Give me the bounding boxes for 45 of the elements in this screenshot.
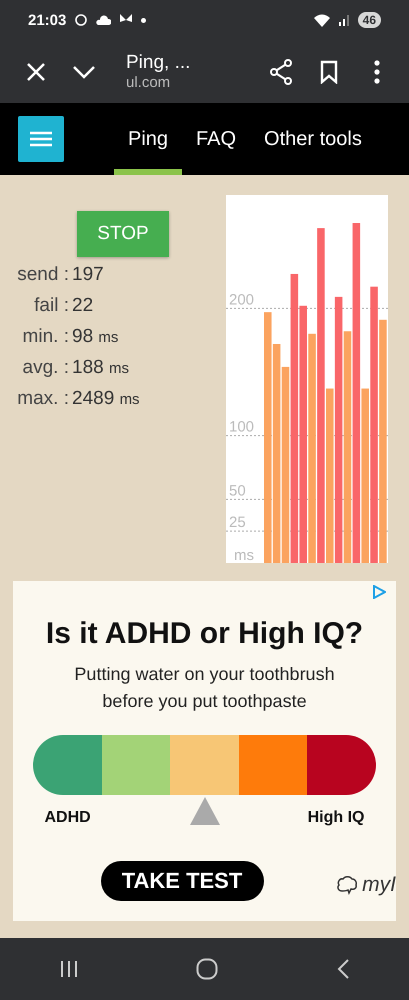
- brain-icon: [336, 875, 358, 895]
- stat-label: send :: [16, 264, 70, 286]
- cloud-icon: [96, 15, 112, 25]
- menu-icon: [30, 131, 52, 147]
- scale-label: High IQ: [308, 809, 364, 827]
- stat-value: 197: [72, 264, 105, 286]
- pointer-icon: [190, 797, 220, 825]
- chevron-down-icon: [72, 64, 96, 78]
- ad-choices-icon[interactable]: [372, 585, 386, 599]
- nav-tab[interactable]: Other tools: [250, 103, 376, 175]
- stat-label: min. :: [22, 326, 70, 348]
- ad-headline: Is it ADHD or High IQ?: [46, 617, 364, 651]
- signal-icon: [338, 14, 350, 26]
- stat-value: 98 ms: [72, 326, 120, 348]
- page-title: Ping, ...: [126, 52, 192, 74]
- clock: 21:03: [28, 12, 66, 28]
- axis-label: ms: [234, 547, 254, 563]
- stat-label: avg. :: [22, 357, 70, 379]
- more-icon: [374, 60, 380, 84]
- take-test-button[interactable]: TAKE TEST: [100, 861, 264, 901]
- ad-text: Putting water on your toothbrush before you put toothpaste: [73, 663, 336, 713]
- bookmark-icon: [320, 60, 338, 84]
- axis-tick-label: 100: [229, 418, 254, 436]
- battery-level: 46: [358, 12, 381, 28]
- back-button[interactable]: [336, 958, 350, 980]
- share-icon: [269, 58, 293, 84]
- axis-tick-label: 50: [229, 482, 246, 500]
- stat-value: 188 ms: [72, 357, 130, 379]
- axis-tick-label: 25: [229, 514, 246, 532]
- nav-tab[interactable]: Ping: [114, 103, 182, 175]
- recent-apps-button[interactable]: [58, 959, 79, 979]
- sync-icon: [74, 13, 88, 27]
- stat-label: max. :: [16, 388, 70, 410]
- close-icon: [26, 62, 46, 82]
- stat-value: 22: [72, 295, 94, 317]
- dot-icon: [141, 18, 146, 22]
- wifi-icon: [314, 14, 330, 26]
- stat-label: fail :: [33, 295, 70, 317]
- scale-label: ADHD: [44, 809, 91, 827]
- brand-logo: myI: [362, 873, 396, 897]
- home-button[interactable]: [196, 958, 218, 980]
- nav-tab[interactable]: FAQ: [182, 103, 250, 175]
- axis-tick-label: 200: [229, 291, 254, 308]
- stat-value: 2489 ms: [72, 388, 140, 410]
- page-url: ul.com: [126, 74, 172, 91]
